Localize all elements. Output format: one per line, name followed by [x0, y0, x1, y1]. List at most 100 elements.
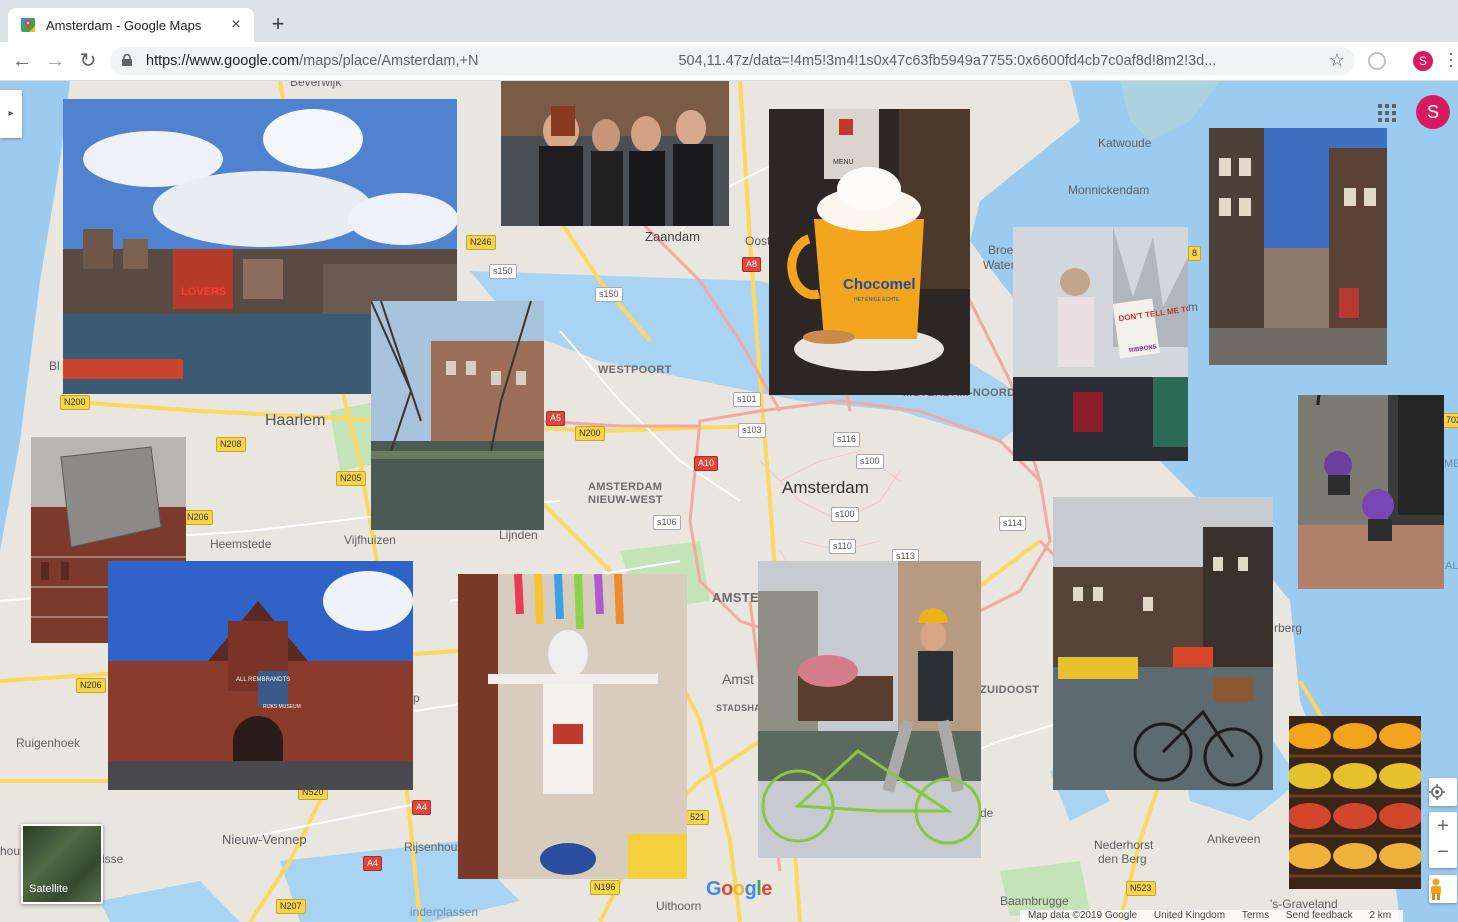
map-label-rberg: rberg [1274, 621, 1303, 635]
map-label-stadsha: STADSHA [716, 703, 761, 713]
logo-letter: o [721, 878, 733, 900]
photo-museum-banner: ALL REMBRANDTS [236, 677, 290, 683]
close-tab-icon[interactable]: × [226, 15, 246, 35]
map-canvas[interactable]: Beverwijk Zaandam Oost Katwoude Monnicke… [0, 81, 1458, 922]
map-label-nederhorst-2: den Berg [1098, 852, 1147, 866]
street-view-pegman[interactable] [1429, 875, 1457, 903]
map-label-heemstede: Heemstede [210, 537, 272, 551]
road-shield: 8 [1188, 246, 1202, 261]
map-label-amste: AMSTE [712, 590, 759, 605]
photo-souvenir-shop [458, 574, 687, 879]
road-shield: A4 [363, 856, 383, 871]
road-shield: s101 [733, 392, 761, 407]
photo-canal-street [1209, 128, 1387, 365]
photo-menu-text: MENU [833, 159, 854, 166]
satellite-label: Satellite [29, 883, 69, 895]
road-shield: s114 [999, 516, 1026, 531]
scale-bar[interactable]: 2 km [1369, 910, 1391, 921]
map-label-haarlem: Haarlem [265, 412, 326, 429]
logo-letter: G [706, 878, 722, 900]
photo-museum-sign: RIJKS MUSEUM [263, 704, 301, 710]
road-shield: A8 [742, 257, 762, 272]
photo-flower-pots [1298, 395, 1444, 589]
side-panel-toggle[interactable]: ▸ [0, 90, 22, 138]
map-label-zuidoost: ZUIDOOST [980, 684, 1040, 696]
road-shield: A4 [412, 800, 432, 815]
address-bar[interactable]: https://www.google.com/maps/place/Amster… [110, 47, 1355, 75]
map-label-amsterdam: Amsterdam [782, 478, 869, 497]
url-path: /maps/place/Amsterdam,+N [299, 53, 479, 69]
road-shield: s150 [489, 264, 517, 279]
road-shield: N207 [276, 899, 306, 914]
new-tab-button[interactable]: + [266, 12, 290, 36]
tab-strip: Amsterdam - Google Maps × + [0, 0, 1458, 42]
photo-bicycle-girl [758, 561, 981, 858]
pegman-icon [1431, 878, 1441, 900]
forward-arrow-icon[interactable]: → [42, 48, 68, 74]
browser-toolbar: ← → ↻ https://www.google.com/maps/place/… [0, 42, 1458, 81]
lock-icon [122, 54, 132, 66]
region-link[interactable]: United Kingdom [1154, 910, 1225, 921]
back-arrow-icon[interactable]: ← [9, 48, 35, 74]
photo-rijksmuseum: ALL REMBRANDTS RIJKS MUSEUM [108, 561, 413, 790]
browser-menu-icon[interactable]: · · · [1448, 44, 1456, 74]
road-shield: s116 [833, 432, 860, 447]
logo-letter: g [744, 878, 757, 900]
map-label-ankeveen: Ankeveen [1207, 832, 1261, 846]
maps-favicon-icon [21, 18, 35, 32]
map-label-baambrugge: Baambrugge [1000, 894, 1069, 908]
road-shield: s100 [856, 454, 884, 469]
map-label-amst: Amst [722, 671, 754, 687]
photo-cup-text: Chocomel [843, 276, 916, 293]
account-avatar[interactable]: S [1416, 95, 1450, 129]
zoom-out-button[interactable]: − [1429, 840, 1457, 868]
zoom-in-button[interactable]: + [1429, 812, 1457, 840]
map-label-oost: Oost [745, 234, 771, 248]
photo-houseboat-bikes [1053, 497, 1273, 790]
map-label-graveland: 's-Graveland [1270, 897, 1338, 911]
browser-tab[interactable]: Amsterdam - Google Maps × [8, 8, 254, 42]
photo-protest-sign: DON'T TELL ME TO SMILE RIBBONS [1013, 227, 1188, 461]
road-shield: N206 [76, 678, 106, 693]
browser-profile-avatar[interactable]: S [1413, 51, 1433, 71]
satellite-toggle[interactable]: Satellite [21, 824, 103, 904]
map-label-plassen: inderplassen [410, 905, 479, 919]
road-shield: s110 [829, 539, 856, 554]
road-shield: N246 [466, 235, 496, 250]
photo-boat-text: LOVERS [181, 286, 226, 298]
terms-link[interactable]: Terms [1242, 910, 1269, 921]
map-label-beverwijk: Beverwijk [290, 81, 342, 89]
road-shield: s103 [738, 423, 766, 438]
my-location-button[interactable] [1429, 778, 1457, 806]
send-feedback-link[interactable]: Send feedback [1286, 910, 1353, 921]
map-label-broek: Broe [988, 243, 1014, 257]
map-label-nederhorst-1: Nederhorst [1094, 838, 1154, 852]
road-shield: 521 [686, 810, 710, 825]
map-label-rijsenhout: Rijsenhou [404, 840, 458, 854]
reload-icon[interactable]: ↻ [75, 48, 101, 74]
url-host: https://www.google.com [146, 53, 300, 69]
road-shield: A10 [694, 456, 719, 471]
map-label-zaandam: Zaandam [645, 229, 700, 244]
road-shield: N523 [1126, 881, 1156, 896]
map-label-bl: Bl [49, 359, 60, 373]
extension-icon[interactable] [1368, 52, 1386, 70]
road-shield: s106 [653, 515, 681, 530]
map-label-ruigenhoek: Ruigenhoek [16, 736, 81, 750]
road-shield: N206 [183, 510, 213, 525]
map-attribution-bar: Map data ©2019 Google United Kingdom Ter… [1020, 910, 1404, 922]
bookmark-star-icon[interactable]: ☆ [1329, 50, 1345, 71]
photo-cheese-shop [1289, 716, 1421, 889]
road-shield: s100 [831, 507, 859, 522]
google-apps-icon[interactable] [1378, 104, 1396, 122]
road-shield: s150 [595, 287, 623, 302]
road-shield: N196 [590, 880, 620, 895]
tab-title: Amsterdam - Google Maps [46, 17, 202, 33]
map-label-katwoude: Katwoude [1098, 136, 1152, 150]
road-shield: N200 [575, 426, 605, 441]
photo-friends-group [501, 81, 729, 226]
map-label-hou: hou [0, 844, 21, 858]
map-data-credit: Map data ©2019 Google [1028, 910, 1138, 921]
map-label-p: p [413, 691, 420, 705]
map-label-vijfhuizen: Vijfhuizen [344, 533, 396, 547]
